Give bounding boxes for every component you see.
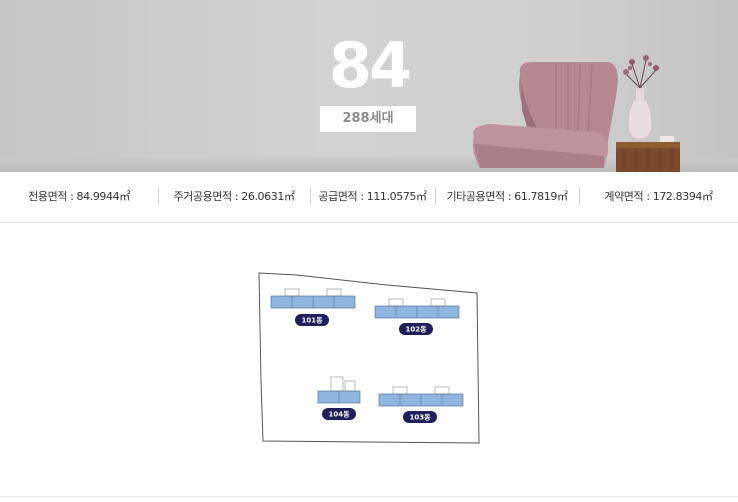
hero-banner: 84 288세대 [0,0,738,172]
section-divider [0,496,738,497]
area-info-bar: 전용면적 : 84.9944㎡ 주거공용면적 : 26.0631㎡ 공급면적 :… [0,172,738,223]
building-101-label: 101동 [301,317,323,325]
site-plan-map: 101동 102동 104동 103동 [258,272,480,444]
building-103-label: 103동 [409,414,431,422]
vase [627,99,653,141]
exclusive-area: 전용면적 : 84.9944㎡ [28,190,130,203]
supply-area: 공급면적 : 111.0575㎡ [310,172,435,222]
households-badge: 288세대 [320,106,416,132]
unit-size-title: 84 [328,29,412,102]
site-plan-section: 101동 102동 104동 103동 [0,222,738,498]
residential-common-area: 주거공용면적 : 26.0631㎡ [158,172,310,222]
building-104-label: 104동 [328,411,350,419]
other-common-area: 기타공용면적 : 61.7819㎡ [435,172,579,222]
contract-area: 계약면적 : 172.8394㎡ [579,172,738,222]
building-102-label: 102동 [405,326,427,334]
